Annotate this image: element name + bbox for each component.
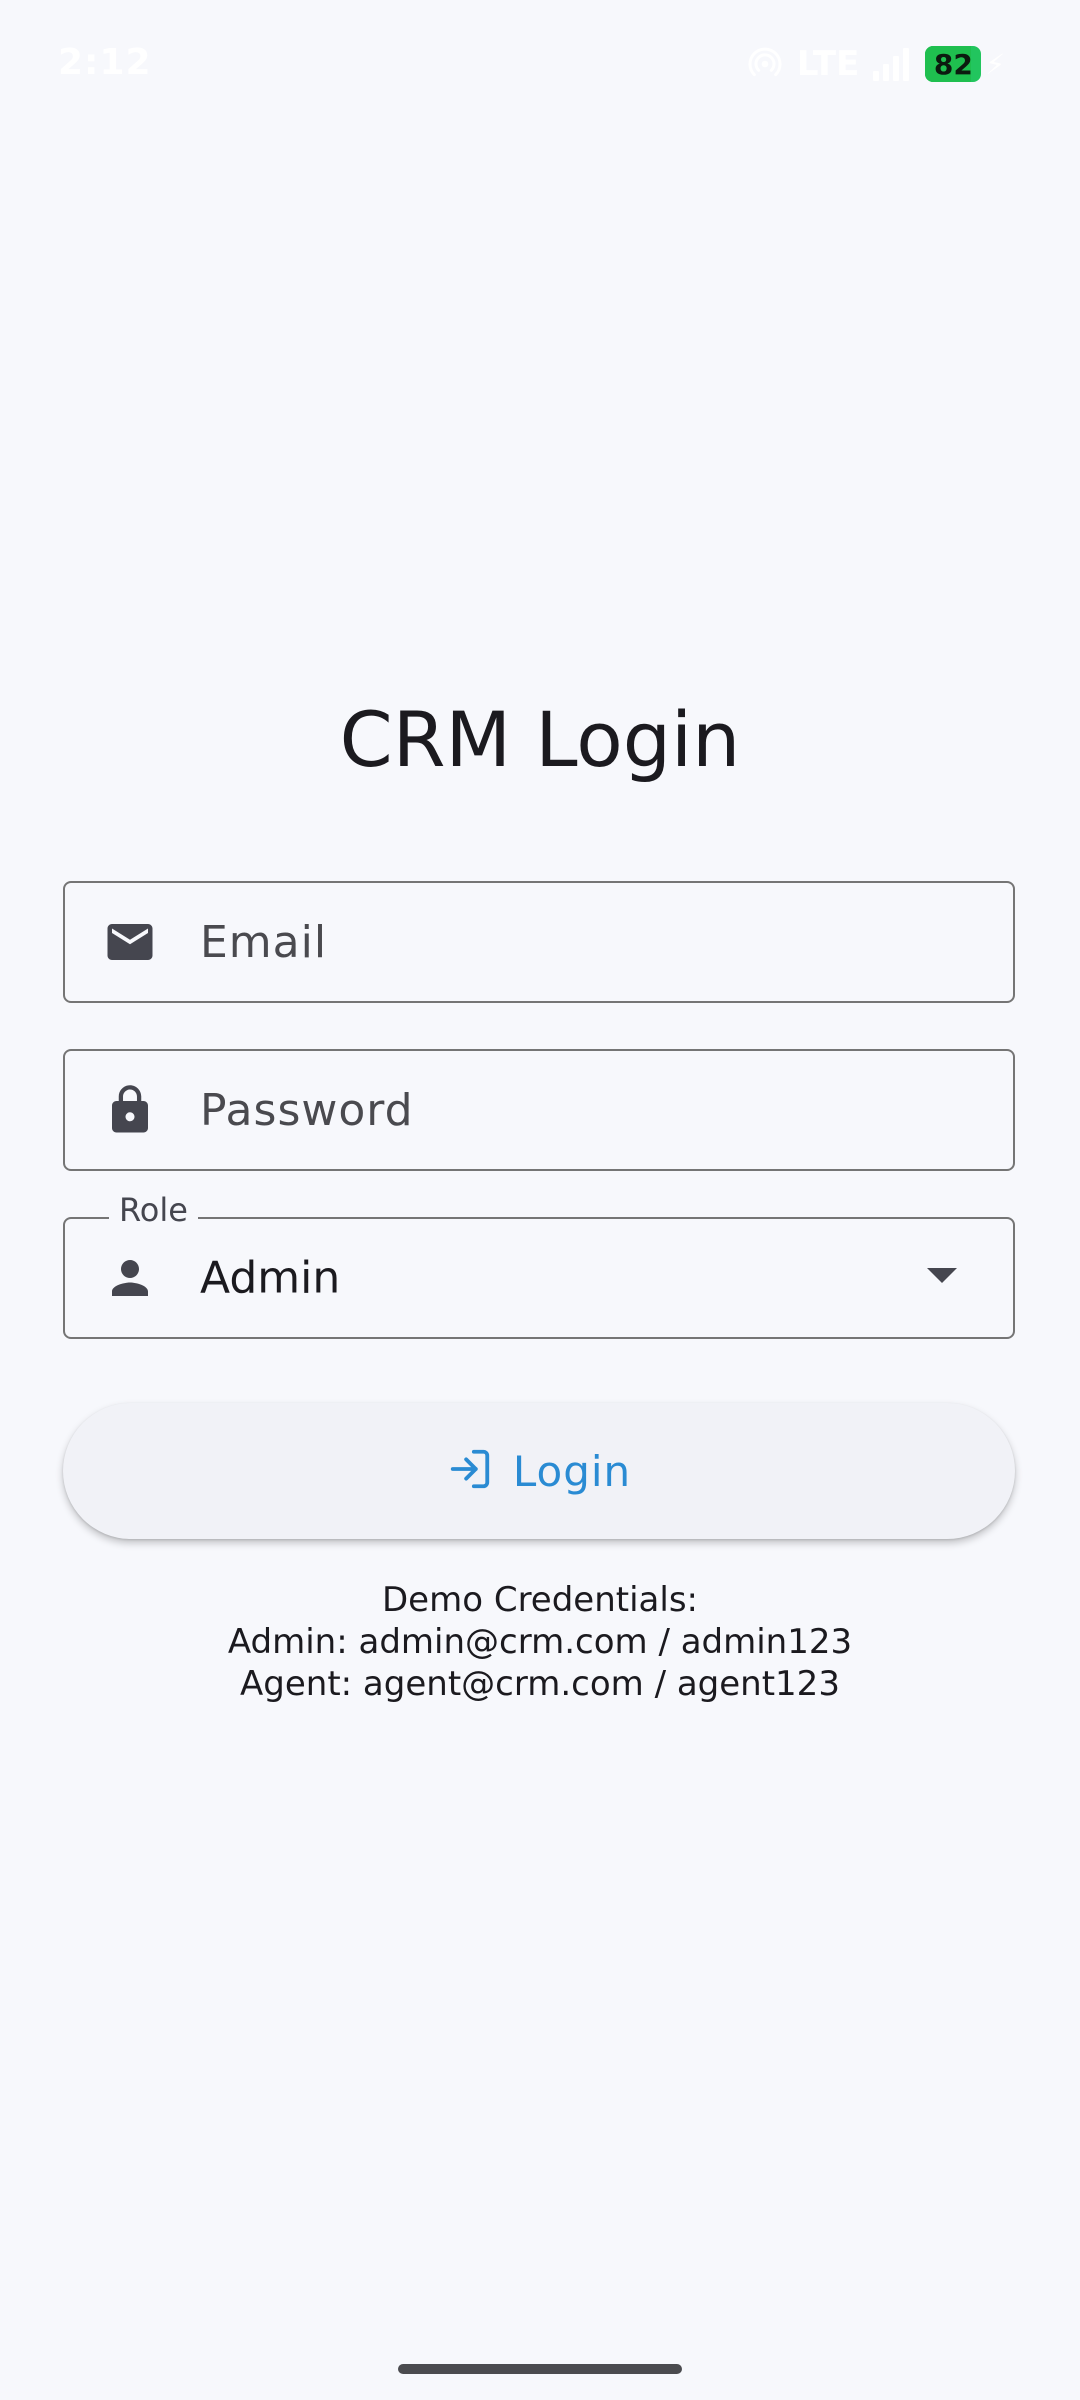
lock-icon — [103, 1083, 157, 1137]
status-bar: 2:12 LTE 82 ⚡ — [0, 0, 1080, 130]
role-label: Role — [109, 1191, 198, 1229]
login-button[interactable]: Login — [63, 1403, 1015, 1539]
battery-percent: 82 — [933, 47, 973, 81]
status-time: 2:12 — [58, 42, 152, 83]
email-field[interactable] — [63, 881, 1015, 1003]
status-indicators: LTE 82 ⚡ — [747, 44, 1005, 84]
email-input[interactable] — [200, 883, 973, 1001]
person-icon — [103, 1251, 157, 1305]
battery-icon: 82 — [925, 46, 982, 82]
charging-icon: ⚡ — [985, 47, 1005, 81]
login-icon — [447, 1446, 493, 1496]
login-button-label: Login — [512, 1446, 632, 1496]
password-field[interactable] — [63, 1049, 1015, 1171]
demo-credentials: Demo Credentials: Admin: admin@crm.com /… — [0, 1579, 1080, 1705]
demo-admin-credentials: Admin: admin@crm.com / admin123 — [227, 1622, 853, 1662]
page-title: CRM Login — [339, 695, 741, 784]
demo-agent-credentials: Agent: agent@crm.com / agent123 — [240, 1664, 840, 1704]
role-dropdown[interactable]: Role Admin — [63, 1191, 1015, 1339]
home-gesture-bar[interactable] — [398, 2364, 682, 2374]
dropdown-arrow-icon[interactable] — [927, 1268, 957, 1288]
hotspot-icon — [747, 46, 783, 82]
demo-credentials-heading: Demo Credentials: — [382, 1580, 698, 1620]
email-icon — [103, 915, 157, 969]
password-input[interactable] — [200, 1051, 973, 1169]
battery-indicator: 82 ⚡ — [925, 46, 1005, 82]
role-selected-value: Admin — [200, 1252, 341, 1304]
network-type: LTE — [796, 44, 860, 84]
signal-icon — [873, 47, 911, 81]
